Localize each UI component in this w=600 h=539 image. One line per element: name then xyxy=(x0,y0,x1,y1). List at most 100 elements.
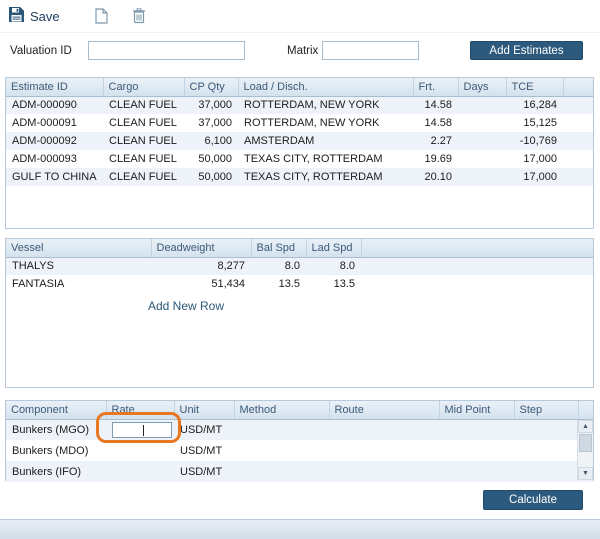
cell-mid-point xyxy=(439,461,514,482)
cell-rate[interactable] xyxy=(106,461,174,482)
estimate-row[interactable]: GULF TO CHINA CLEAN FUEL 50,000 TEXAS CI… xyxy=(6,168,593,186)
matrix-label: Matrix xyxy=(287,45,318,57)
cell-tce: 17,000 xyxy=(506,150,563,168)
estimate-row[interactable]: ADM-000090 CLEAN FUEL 37,000 ROTTERDAM, … xyxy=(6,96,593,114)
scroll-up-icon[interactable]: ▲ xyxy=(578,420,593,433)
cell-cp-qty: 37,000 xyxy=(184,114,238,132)
valuation-id-input[interactable] xyxy=(88,41,245,60)
component-row[interactable]: Bunkers (MGO) USD/MT xyxy=(6,419,593,440)
cell-unit: USD/MT xyxy=(174,461,234,482)
calculate-button[interactable]: Calculate xyxy=(483,490,583,510)
cell-component: Bunkers (MDO) xyxy=(6,440,106,461)
cell-days xyxy=(458,114,506,132)
cell-component: Bunkers (MGO) xyxy=(6,419,106,440)
spacer-cell xyxy=(361,257,593,275)
valuation-app: Save Valuation ID Matrix Add Estimates xyxy=(0,0,600,539)
cell-vessel: THALYS xyxy=(6,257,151,275)
cell-mid-point xyxy=(439,440,514,461)
col-step: Step xyxy=(514,401,578,419)
spacer-cell xyxy=(563,114,593,132)
cell-step xyxy=(514,440,578,461)
spacer-cell xyxy=(563,96,593,114)
cell-frt: 20.10 xyxy=(413,168,458,186)
cell-load-disch: TEXAS CITY, ROTTERDAM xyxy=(238,168,413,186)
col-unit: Unit xyxy=(174,401,234,419)
cell-cp-qty: 50,000 xyxy=(184,150,238,168)
cell-estimate-id: ADM-000090 xyxy=(6,96,103,114)
estimates-panel: Estimate ID Cargo CP Qty Load / Disch. F… xyxy=(5,77,594,229)
col-tce: TCE xyxy=(506,78,563,96)
estimate-row[interactable]: ADM-000092 CLEAN FUEL 6,100 AMSTERDAM 2.… xyxy=(6,132,593,150)
cell-frt: 14.58 xyxy=(413,114,458,132)
matrix-input[interactable] xyxy=(322,41,419,60)
estimate-row[interactable]: ADM-000093 CLEAN FUEL 50,000 TEXAS CITY,… xyxy=(6,150,593,168)
cell-lad-spd: 13.5 xyxy=(306,275,361,293)
col-load-disch: Load / Disch. xyxy=(238,78,413,96)
col-spacer xyxy=(361,239,593,257)
text-caret xyxy=(143,425,144,436)
cell-rate[interactable] xyxy=(106,440,174,461)
add-estimates-button[interactable]: Add Estimates xyxy=(470,41,583,60)
cell-cp-qty: 50,000 xyxy=(184,168,238,186)
cell-rate xyxy=(106,419,174,440)
col-route: Route xyxy=(329,401,439,419)
cell-days xyxy=(458,168,506,186)
vessel-row[interactable]: THALYS 8,277 8.0 8.0 xyxy=(6,257,593,275)
cell-estimate-id: ADM-000091 xyxy=(6,114,103,132)
cell-load-disch: ROTTERDAM, NEW YORK xyxy=(238,96,413,114)
scrollbar-thumb[interactable] xyxy=(579,434,592,452)
component-row[interactable]: Bunkers (IFO) USD/MT xyxy=(6,461,593,482)
valuation-id-label: Valuation ID xyxy=(10,45,72,57)
cell-bal-spd: 8.0 xyxy=(251,257,306,275)
save-icon xyxy=(9,7,24,25)
cell-bal-spd: 13.5 xyxy=(251,275,306,293)
vessels-table: Vessel Deadweight Bal Spd Lad Spd THALYS… xyxy=(6,239,593,293)
cell-method xyxy=(234,440,329,461)
rate-input-wrap xyxy=(112,422,172,438)
col-spacer xyxy=(578,401,593,419)
status-bar xyxy=(0,519,600,539)
cell-load-disch: TEXAS CITY, ROTTERDAM xyxy=(238,150,413,168)
cell-days xyxy=(458,150,506,168)
col-deadweight: Deadweight xyxy=(151,239,251,257)
cell-component: Bunkers (IFO) xyxy=(6,461,106,482)
cell-tce: -10,769 xyxy=(506,132,563,150)
col-rate: Rate xyxy=(106,401,174,419)
estimate-row[interactable]: ADM-000091 CLEAN FUEL 37,000 ROTTERDAM, … xyxy=(6,114,593,132)
spacer-cell xyxy=(563,168,593,186)
cell-step xyxy=(514,419,578,440)
cell-mid-point xyxy=(439,419,514,440)
cell-deadweight: 51,434 xyxy=(151,275,251,293)
col-component: Component xyxy=(6,401,106,419)
vertical-scrollbar[interactable]: ▲ ▼ xyxy=(577,420,593,480)
rate-input[interactable] xyxy=(112,422,172,438)
cell-cargo: CLEAN FUEL xyxy=(103,150,184,168)
spacer-cell xyxy=(563,150,593,168)
cell-unit: USD/MT xyxy=(174,419,234,440)
cell-frt: 2.27 xyxy=(413,132,458,150)
col-method: Method xyxy=(234,401,329,419)
cell-estimate-id: ADM-000092 xyxy=(6,132,103,150)
component-row[interactable]: Bunkers (MDO) USD/MT xyxy=(6,440,593,461)
save-button[interactable]: Save xyxy=(9,7,60,25)
cell-method xyxy=(234,419,329,440)
col-bal-spd: Bal Spd xyxy=(251,239,306,257)
cell-tce: 15,125 xyxy=(506,114,563,132)
new-document-icon[interactable] xyxy=(95,8,108,27)
spacer-cell xyxy=(361,275,593,293)
estimates-table: Estimate ID Cargo CP Qty Load / Disch. F… xyxy=(6,78,593,186)
cell-deadweight: 8,277 xyxy=(151,257,251,275)
vessel-row[interactable]: FANTASIA 51,434 13.5 13.5 xyxy=(6,275,593,293)
col-cargo: Cargo xyxy=(103,78,184,96)
cell-vessel: FANTASIA xyxy=(6,275,151,293)
scroll-down-icon[interactable]: ▼ xyxy=(578,467,593,480)
save-label: Save xyxy=(30,9,60,24)
cell-days xyxy=(458,132,506,150)
col-vessel: Vessel xyxy=(6,239,151,257)
col-days: Days xyxy=(458,78,506,96)
delete-icon[interactable] xyxy=(132,8,146,27)
add-new-row-link[interactable]: Add New Row xyxy=(6,299,366,313)
cell-cargo: CLEAN FUEL xyxy=(103,132,184,150)
cell-route xyxy=(329,461,439,482)
components-panel: Component Rate Unit Method Route Mid Poi… xyxy=(5,400,594,481)
